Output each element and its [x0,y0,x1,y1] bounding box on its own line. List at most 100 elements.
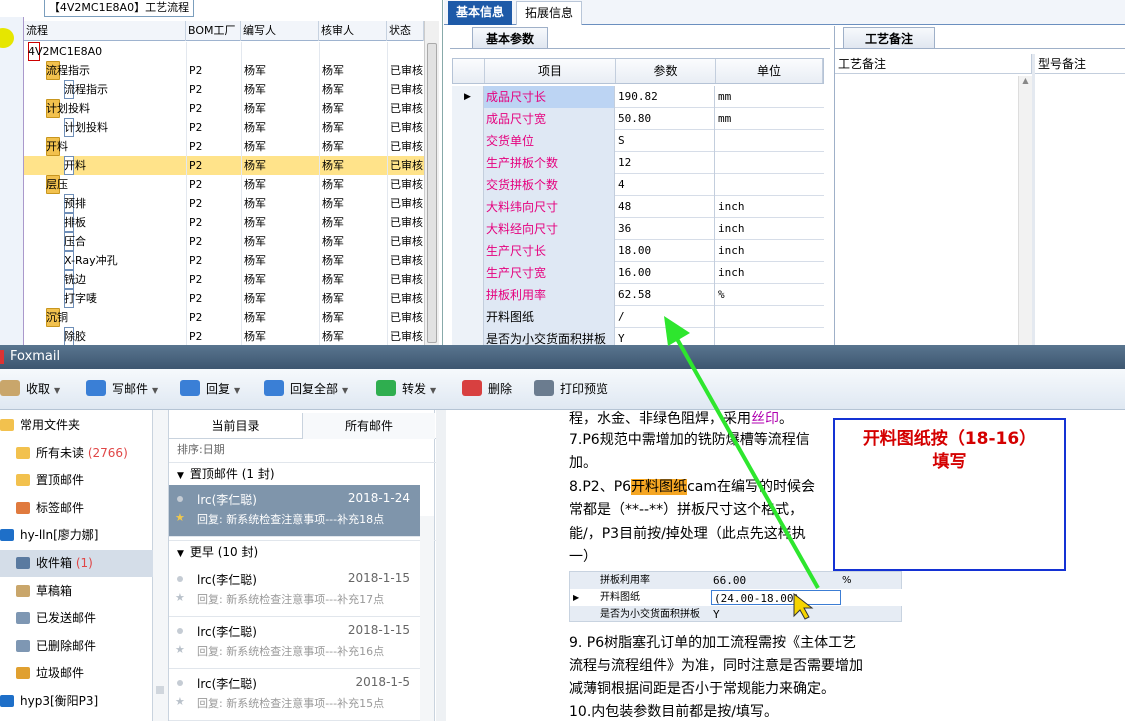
toolbar-button-0[interactable]: 收取 ▼ [0,369,60,410]
folder-item[interactable]: 草稿箱 [0,578,153,605]
param-row[interactable]: 生产尺寸长 18.00 inch [452,240,824,262]
col-status[interactable]: 状态 [387,21,424,41]
tree-row[interactable]: ⊟沉铜P2杨军杨军已审核 [24,308,424,327]
param-value[interactable]: 48 [615,196,715,218]
tree-row[interactable]: 预排 P2 杨军 杨军 已审核 [24,194,424,213]
tree-row-label: 排板 [64,216,86,229]
mail-item[interactable]: ★ lrc(李仁聪) 2018-1-24 回复: 新系统检查注意事项---补充18点 [169,485,420,537]
param-value[interactable]: 50.80 [615,108,715,130]
tab-all-mail[interactable]: 所有邮件 [302,413,435,439]
col-param[interactable]: 参数 [616,59,716,83]
tree-row[interactable]: 除胶 P2 杨军 杨军 已审核 [24,327,424,346]
list-scrollbar[interactable] [420,516,434,721]
param-row[interactable]: 生产尺寸宽 16.00 inch [452,262,824,284]
account-item[interactable]: hy-lln[廖力娜] [0,522,153,549]
folder-item[interactable]: 置顶邮件 [0,467,153,494]
tree-row-label: 计划投料 [46,102,90,115]
col-process-note[interactable]: 工艺备注 [835,54,1032,74]
tab-process-notes[interactable]: 工艺备注 [843,27,935,49]
tree-row[interactable]: 排板 P2 杨军 杨军 已审核 [24,213,424,232]
col-writer[interactable]: 编写人 [241,21,319,41]
reading-splitter[interactable] [436,410,446,721]
star-icon[interactable]: ★ [175,695,185,708]
folder-item[interactable]: 已删除邮件 [0,633,153,660]
toolbar-button-2[interactable]: 回复 ▼ [180,369,240,410]
notes-splitter[interactable] [1032,54,1035,345]
tree-row[interactable]: X-Ray冲孔 P2 杨军 杨军 已审核 [24,251,424,270]
scroll-thumb[interactable] [427,43,437,343]
tree-row[interactable]: ⊟层压P2杨军杨军已审核 [24,175,424,194]
param-row[interactable]: 交货拼板个数 4 [452,174,824,196]
scroll-thumb[interactable] [156,686,164,694]
tab-basic-info[interactable]: 基本信息 [448,1,513,25]
toolbar-button-6[interactable]: 打印预览 [534,369,608,410]
tab-current-folder[interactable]: 当前目录 [169,413,302,439]
toolbar-button-4[interactable]: 转发 ▼ [376,369,436,410]
mail-item[interactable]: ★ lrc(李仁聪) 2018-1-5 回复: 新系统检查注意事项---补充15点 [169,669,420,721]
star-icon[interactable]: ★ [175,511,185,524]
toolbar-button-1[interactable]: 写邮件 ▼ [86,369,158,410]
tree-row[interactable]: 铣边 P2 杨军 杨军 已审核 [24,270,424,289]
col-unit[interactable]: 单位 [716,59,823,83]
tree-row[interactable]: 压合 P2 杨军 杨军 已审核 [24,232,424,251]
sort-selector[interactable]: 排序:日期 [177,441,225,457]
param-value[interactable]: 190.82 [615,86,715,108]
param-value[interactable]: 36 [615,218,715,240]
col-bom[interactable]: BOM工厂 [186,21,241,41]
col-reviewer[interactable]: 核审人 [319,21,387,41]
folder-item[interactable]: 标签邮件 [0,495,153,522]
notes-scrollbar[interactable]: ▲ [1018,76,1032,345]
param-row[interactable]: 大料经向尺寸 36 inch [452,218,824,240]
folder-item[interactable]: 收件箱 (1) [0,550,153,577]
sidebar-scrollbar[interactable] [153,410,168,721]
param-value[interactable]: S [615,130,715,152]
tree-row[interactable]: ⊟流程指示P2杨军杨军已审核 [24,61,424,80]
param-value[interactable]: 4 [615,174,715,196]
dropdown-arrow-icon[interactable]: ▼ [342,386,348,395]
col-item[interactable]: 项目 [485,59,616,83]
folder-item[interactable]: 垃圾邮件 [0,660,153,687]
dropdown-arrow-icon[interactable]: ▼ [234,386,240,395]
mail-item[interactable]: ★ lrc(李仁聪) 2018-1-15 回复: 新系统检查注意事项---补充17点 [169,565,420,617]
tree-row[interactable]: ⊟4V2MC1E8A0 [24,42,424,61]
toolbar-button-3[interactable]: 回复全部 ▼ [264,369,348,410]
param-row[interactable]: 交货单位 S [452,130,824,152]
param-row[interactable]: 生产拼板个数 12 [452,152,824,174]
tree-row[interactable]: 开料 P2 杨军 杨军 已审核 [24,156,424,175]
group-pinned[interactable]: ▼ 置顶邮件 (1 封) [169,462,436,484]
collapse-arrow-icon[interactable]: ▼ [177,471,184,481]
account-item[interactable]: hyp3[衡阳P3] [0,688,153,715]
dropdown-arrow-icon[interactable]: ▼ [430,386,436,395]
col-model-note[interactable]: 型号备注 [1035,54,1125,74]
param-row[interactable]: 成品尺寸宽 50.80 mm [452,108,824,130]
dropdown-arrow-icon[interactable]: ▼ [54,386,60,395]
dropdown-arrow-icon[interactable]: ▼ [152,386,158,395]
param-row[interactable]: 大料纬向尺寸 48 inch [452,196,824,218]
tab-basic-params[interactable]: 基本参数 [472,27,548,49]
param-value[interactable]: 16.00 [615,262,715,284]
tree-row[interactable]: 计划投料 P2 杨军 杨军 已审核 [24,118,424,137]
param-row[interactable]: 拼板利用率 62.58% [452,284,824,306]
tab-extended-info[interactable]: 拓展信息 [516,1,583,25]
col-process[interactable]: 流程 [24,21,186,41]
param-value[interactable]: / [615,306,715,328]
param-value[interactable]: 18.00 [615,240,715,262]
toolbar-button-5[interactable]: 删除 [462,369,512,410]
tree-scrollbar[interactable] [424,21,439,345]
account-item[interactable]: 常用文件夹 [0,412,153,439]
tree-row[interactable]: ⊟开料P2杨军杨军已审核 [24,137,424,156]
param-row[interactable]: ▶ 成品尺寸长 190.82 mm [452,86,824,108]
folder-item[interactable]: 已发送邮件 [0,605,153,632]
tree-row[interactable]: 流程指示 P2 杨军 杨军 已审核 [24,80,424,99]
tree-row[interactable]: 打字唛 P2 杨军 杨军 已审核 [24,289,424,308]
mail-item[interactable]: ★ lrc(李仁聪) 2018-1-15 回复: 新系统检查注意事项---补充16点 [169,617,420,669]
collapse-arrow-icon[interactable]: ▼ [177,549,184,559]
folder-item[interactable]: 所有未读 (2766) [0,440,153,467]
param-value[interactable]: 62.58 [615,284,715,306]
star-icon[interactable]: ★ [175,591,185,604]
param-row[interactable]: 开料图纸 / [452,306,824,328]
star-icon[interactable]: ★ [175,643,185,656]
tree-row[interactable]: ⊟计划投料P2杨军杨军已审核 [24,99,424,118]
group-earlier[interactable]: ▼ 更早 (10 封) [169,540,436,562]
param-value[interactable]: 12 [615,152,715,174]
